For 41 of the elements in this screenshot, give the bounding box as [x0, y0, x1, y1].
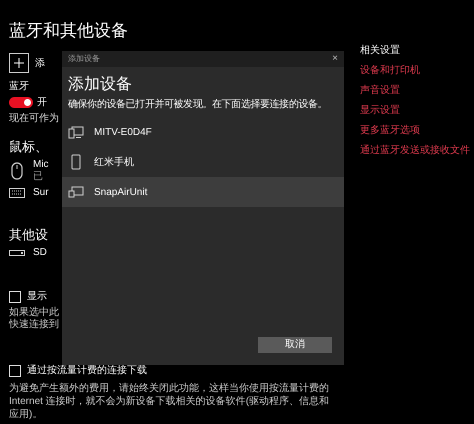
section-heading: 鼠标、 — [9, 139, 48, 155]
description-text: 为避免产生额外的费用，请始终关闭此功能，这样当你使用按流量计费的 Internet 连接时，就不会为新设备下载相关的设备软件(驱动程序、信息和应用)。 — [9, 382, 330, 421]
settings-link[interactable]: 显示设置 — [360, 105, 400, 117]
bluetooth-toggle[interactable] — [9, 97, 33, 108]
device-status: 已 — [33, 171, 44, 183]
related-settings-title: 相关设置 — [360, 45, 400, 57]
device-name: Mic — [33, 159, 49, 171]
settings-link[interactable]: 设备和打印机 — [360, 65, 420, 77]
page-title: 蓝牙和其他设备 — [9, 20, 128, 42]
checkbox[interactable] — [9, 290, 21, 302]
display-icon — [68, 186, 84, 198]
phone-icon — [71, 154, 81, 170]
cancel-button[interactable]: 取消 — [258, 337, 332, 353]
bluetooth-label: 蓝牙 — [9, 81, 29, 93]
mouse-icon — [11, 162, 23, 180]
device-name: SD — [33, 247, 47, 259]
dialog-description: 确保你的设备已打开并可被发现。在下面选择要连接的设备。 — [68, 99, 328, 111]
settings-link[interactable]: 声音设置 — [360, 85, 400, 97]
checkbox-label: 显示 — [27, 290, 47, 304]
device-list-item[interactable]: 红米手机 — [62, 147, 344, 177]
usb-device-icon — [9, 249, 25, 257]
close-button[interactable]: × — [326, 51, 344, 67]
checkbox[interactable] — [9, 364, 21, 376]
add-device-label: 添 — [35, 56, 45, 70]
device-list-item[interactable]: SnapAirUnit — [62, 177, 344, 207]
device-name: Sur — [33, 187, 49, 199]
description-text: 快速连接到 — [9, 319, 59, 331]
section-heading: 其他设 — [9, 227, 48, 243]
discoverable-text: 现在可作为 — [9, 113, 59, 125]
display-phone-icon — [68, 125, 84, 139]
dialog-heading: 添加设备 — [68, 75, 133, 95]
settings-link[interactable]: 通过蓝牙发送或接收文件 — [360, 145, 470, 157]
plus-icon — [14, 58, 24, 68]
keyboard-icon — [9, 188, 25, 198]
settings-link[interactable]: 更多蓝牙选项 — [360, 125, 420, 137]
bluetooth-state: 开 — [37, 96, 47, 110]
device-list-item[interactable]: MITV-E0D4F — [62, 117, 344, 147]
description-text: 如果选中此 — [9, 307, 59, 318]
dialog-window-title: 添加设备 — [68, 54, 100, 64]
add-device-button[interactable] — [9, 53, 29, 73]
checkbox-label: 通过按流量计费的连接下载 — [27, 364, 147, 378]
